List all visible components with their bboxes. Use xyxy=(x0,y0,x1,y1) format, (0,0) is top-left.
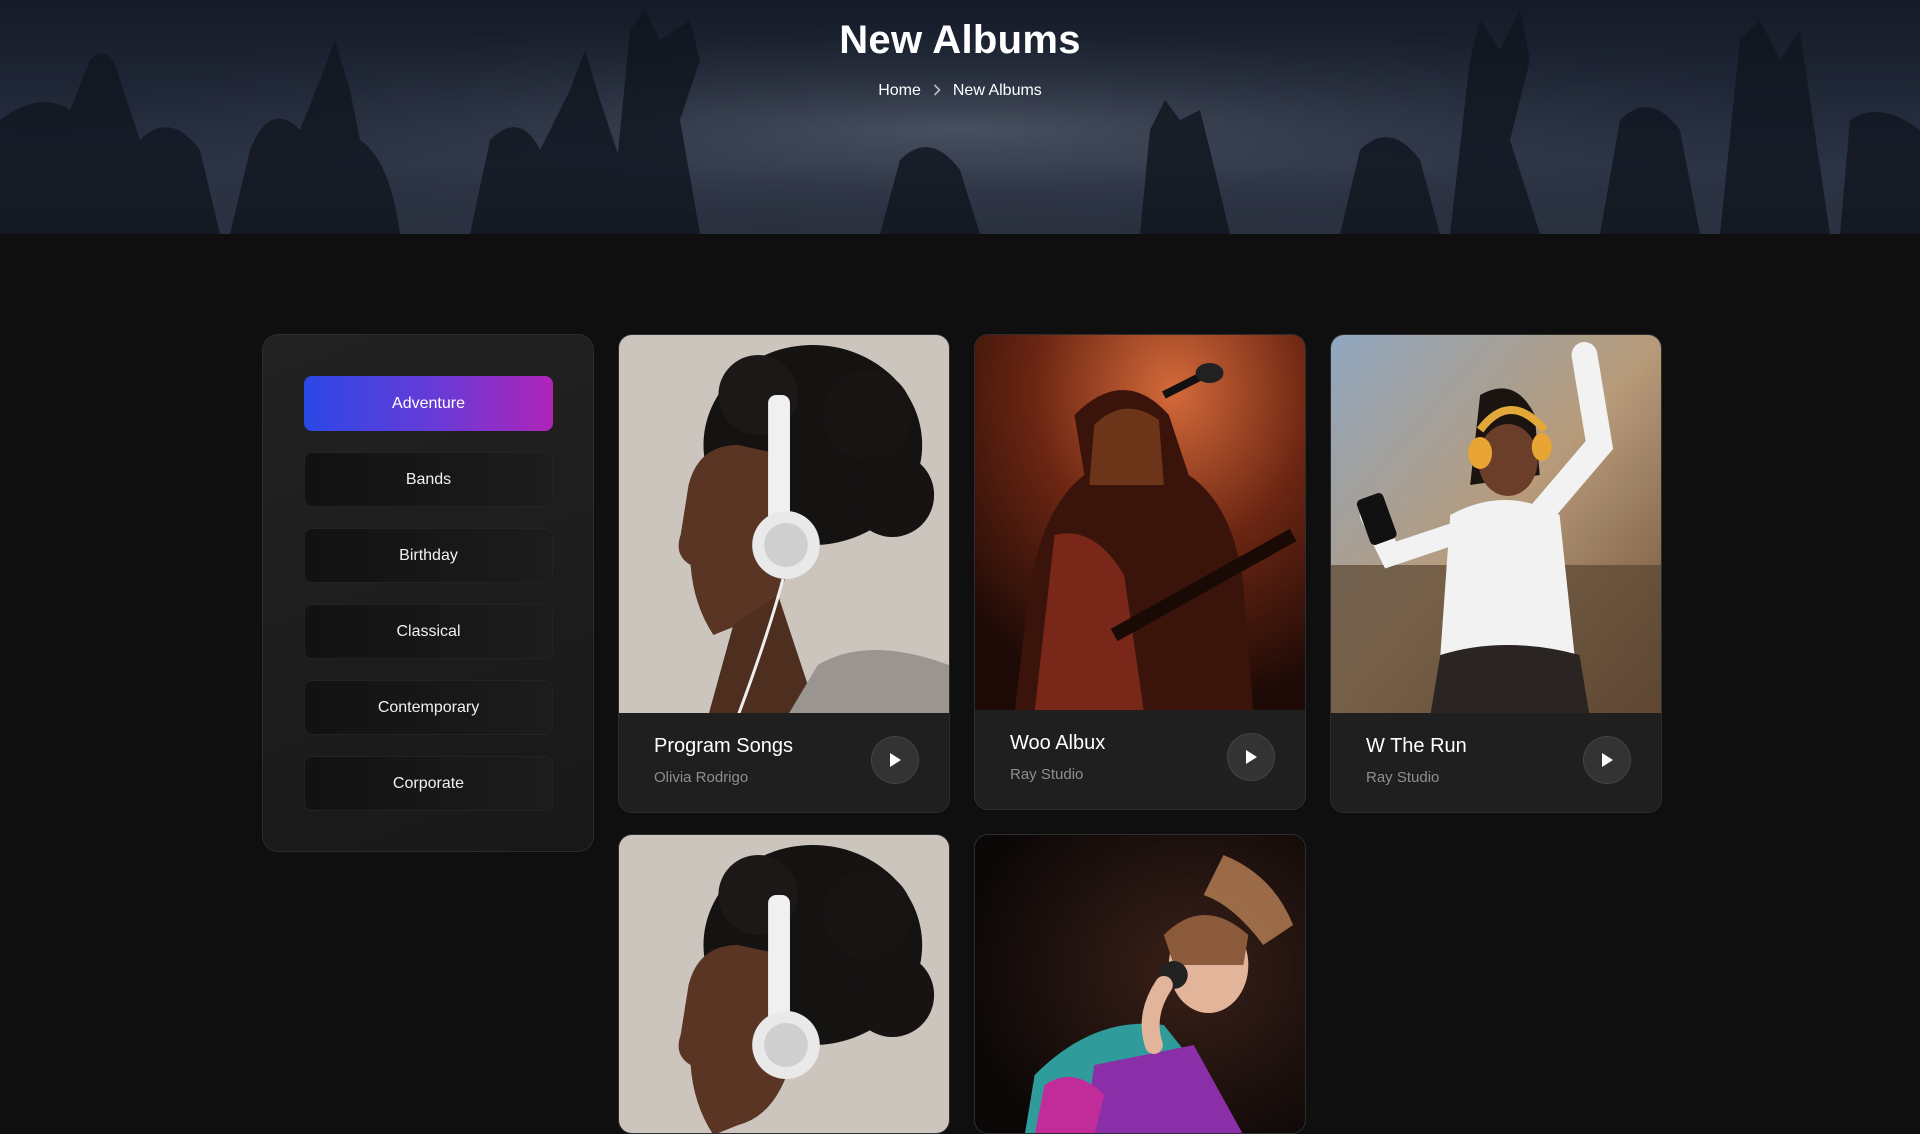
category-contemporary-button[interactable]: Contemporary xyxy=(304,680,553,735)
album-cover-image xyxy=(975,835,1305,1133)
album-cover-image xyxy=(975,335,1305,712)
album-cover-image xyxy=(619,335,949,715)
album-title[interactable]: Program Songs xyxy=(654,735,793,758)
album-card[interactable]: W The Run Ray Studio xyxy=(1330,334,1662,813)
category-corporate-button[interactable]: Corporate xyxy=(304,756,553,811)
album-cover-image xyxy=(1331,335,1661,715)
play-button[interactable] xyxy=(1583,736,1631,784)
album-artist: Ray Studio xyxy=(1010,766,1084,783)
play-button[interactable] xyxy=(871,736,919,784)
album-info: Woo Albux Ray Studio xyxy=(975,710,1305,809)
breadcrumb: Home New Albums xyxy=(0,82,1920,100)
breadcrumb-home-link[interactable]: Home xyxy=(878,82,921,100)
chevron-right-icon xyxy=(933,83,941,99)
category-classical-button[interactable]: Classical xyxy=(304,604,553,659)
album-artist: Olivia Rodrigo xyxy=(654,769,749,786)
album-artist: Ray Studio xyxy=(1366,769,1440,786)
page-hero: New Albums Home New Albums xyxy=(0,0,1920,234)
album-card[interactable]: Woo Albux Ray Studio xyxy=(974,334,1306,810)
category-adventure-button[interactable]: Adventure xyxy=(304,376,553,431)
album-info: W The Run Ray Studio xyxy=(1331,713,1661,812)
category-bands-button[interactable]: Bands xyxy=(304,452,553,507)
album-card[interactable]: Program Songs Olivia Rodrigo xyxy=(618,334,950,813)
album-card[interactable] xyxy=(974,834,1306,1134)
page-title: New Albums xyxy=(839,18,1081,62)
album-card[interactable] xyxy=(618,834,950,1134)
play-icon xyxy=(1246,750,1257,764)
play-icon xyxy=(890,753,901,767)
category-sidebar: Adventure Bands Birthday Classical Conte… xyxy=(262,334,594,852)
album-info: Program Songs Olivia Rodrigo xyxy=(619,713,949,812)
album-title[interactable]: W The Run xyxy=(1366,735,1467,758)
breadcrumb-current: New Albums xyxy=(952,82,1042,99)
album-title[interactable]: Woo Albux xyxy=(1010,732,1105,755)
album-cover-image xyxy=(619,835,949,1133)
play-icon xyxy=(1602,753,1613,767)
play-button[interactable] xyxy=(1227,733,1275,781)
category-birthday-button[interactable]: Birthday xyxy=(304,528,553,583)
